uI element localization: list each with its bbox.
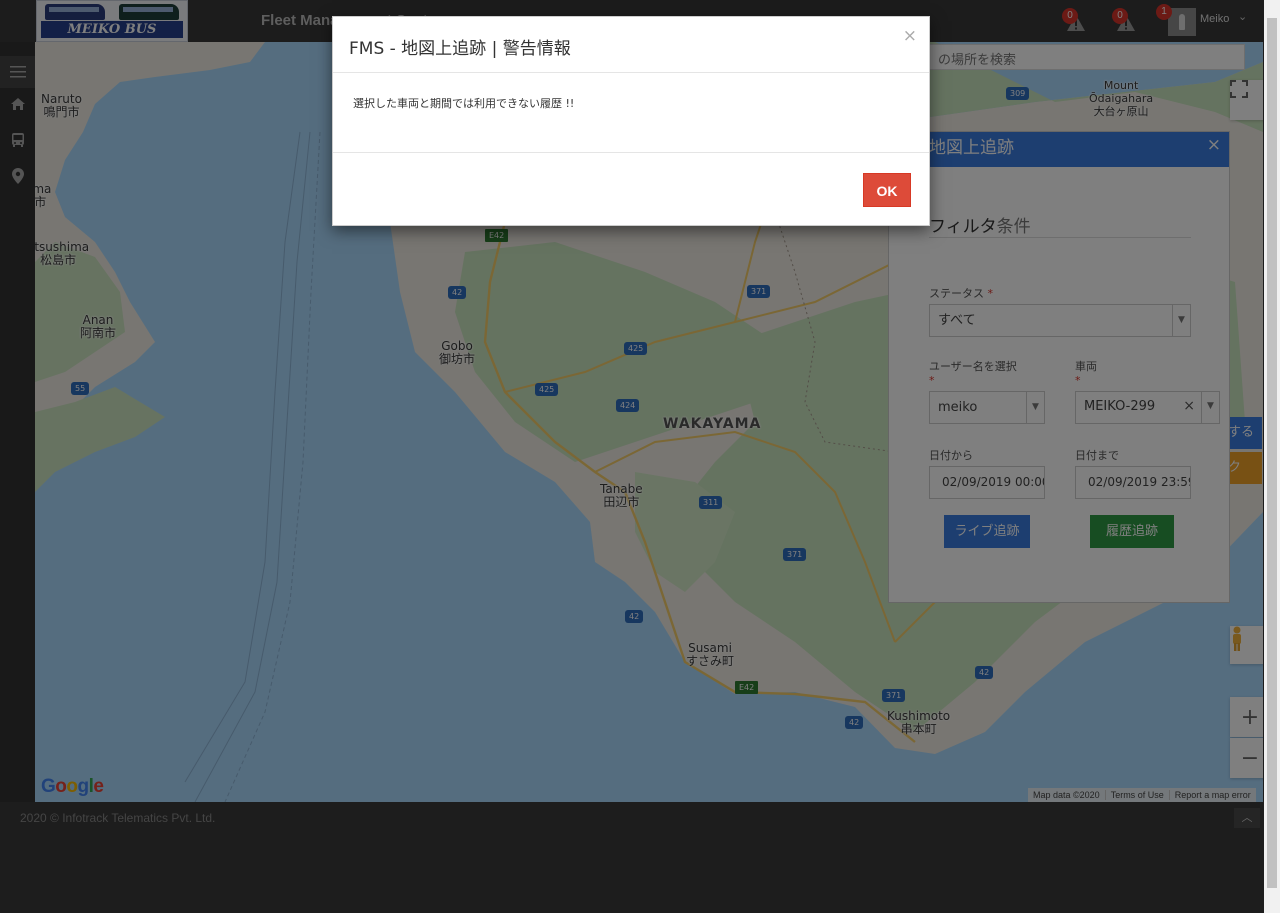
dialog-title: FMS - 地図上追跡 | 警告情報 [349, 39, 571, 59]
dialog-message: 選択した車両と期間では利用できない履歴 !! [353, 97, 575, 110]
dialog-header: FMS - 地図上追跡 | 警告情報 × [333, 17, 929, 73]
scrollbar-thumb[interactable] [1267, 18, 1277, 888]
dialog-close-button[interactable]: × [903, 26, 917, 46]
dialog-body: 選択した車両と期間では利用できない履歴 !! [333, 73, 929, 153]
warning-dialog: FMS - 地図上追跡 | 警告情報 × 選択した車両と期間では利用できない履歴… [332, 16, 930, 226]
page-scrollbar[interactable] [1264, 0, 1280, 913]
ok-button[interactable]: OK [863, 173, 911, 207]
